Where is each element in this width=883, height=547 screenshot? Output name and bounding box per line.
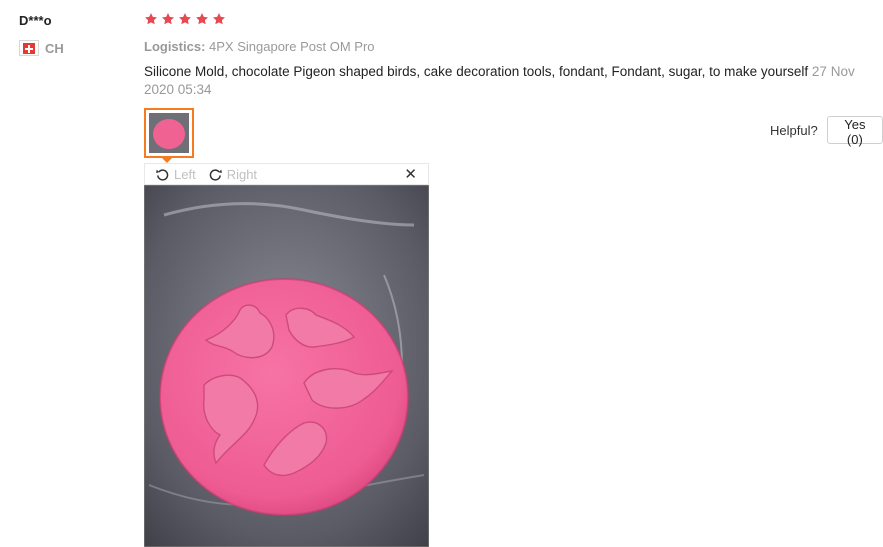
helpful-section: Helpful? Yes (0) xyxy=(770,116,883,147)
review-photo-large xyxy=(144,185,429,547)
star-icon xyxy=(162,13,174,25)
photo-viewer-toolbar: Left Right ✕ xyxy=(144,163,429,185)
review-text: Silicone Mold, chocolate Pigeon shaped b… xyxy=(144,63,874,99)
rotate-left-label: Left xyxy=(174,166,196,182)
swiss-flag-icon xyxy=(19,40,39,56)
rotate-right-label: Right xyxy=(226,166,258,182)
logistics-info: Logistics: 4PX Singapore Post OM Pro xyxy=(144,39,375,54)
reviewer-country: CH xyxy=(19,40,64,56)
rotate-right-button[interactable]: Right xyxy=(208,167,257,182)
close-icon[interactable]: ✕ xyxy=(404,165,417,183)
star-icon xyxy=(196,13,208,25)
rotate-right-icon xyxy=(209,168,222,181)
rotate-left-icon xyxy=(156,168,169,181)
star-rating xyxy=(144,12,226,26)
country-code: CH xyxy=(45,40,64,56)
star-icon xyxy=(179,13,191,25)
logistics-value: 4PX Singapore Post OM Pro xyxy=(209,39,375,54)
review-body: Silicone Mold, chocolate Pigeon shaped b… xyxy=(144,64,809,79)
star-icon xyxy=(213,13,225,25)
logistics-label: Logistics: xyxy=(144,39,206,54)
rotate-left-button[interactable]: Left xyxy=(155,167,196,182)
reviewer-name: D***o xyxy=(19,13,52,28)
star-icon xyxy=(145,13,157,25)
helpful-label: Helpful? xyxy=(770,122,818,138)
review-photo-thumbnail[interactable] xyxy=(144,108,194,158)
helpful-yes-button[interactable]: Yes (0) xyxy=(826,116,883,147)
